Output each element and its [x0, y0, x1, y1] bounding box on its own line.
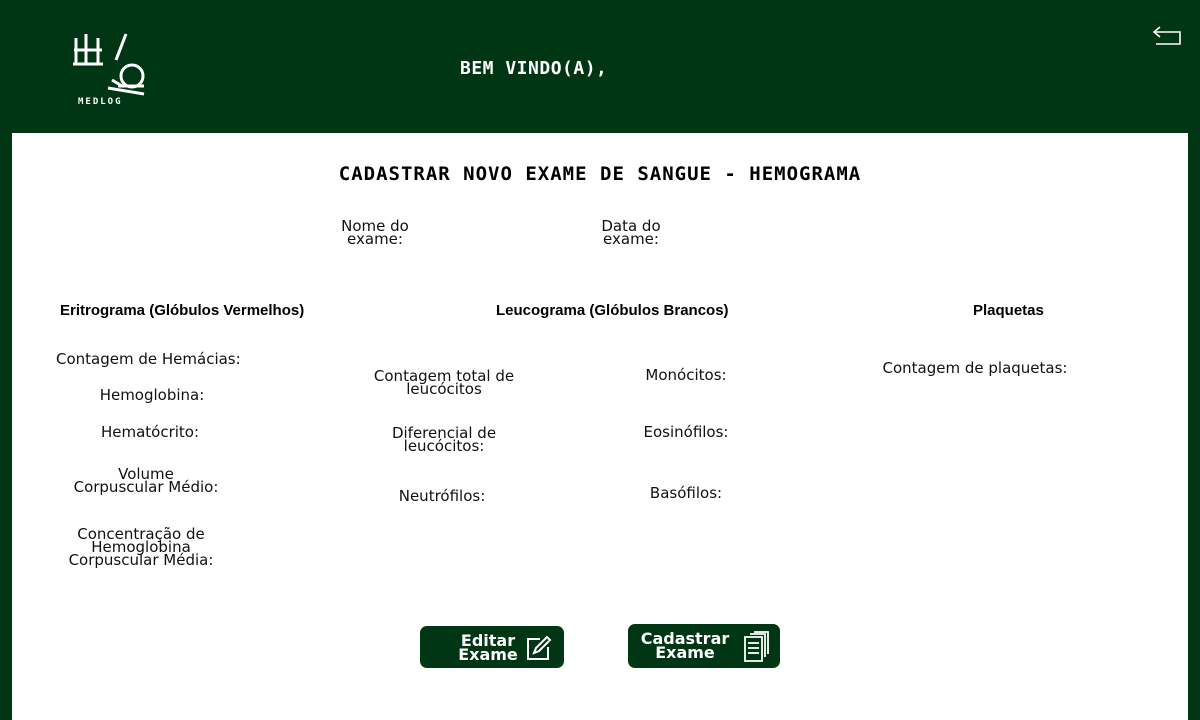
total-leukocyte-label: Contagem total de leucócitos: [373, 367, 515, 398]
exam-date-label: Data do exame:: [601, 217, 661, 248]
edit-icon: [527, 635, 552, 660]
platelet-count-label: Contagem de plaquetas:: [882, 359, 1068, 377]
top-header: MEDLOG BEM VINDO(A),: [0, 0, 1200, 133]
mchc-label: Concentração de Hemoglobina Corpuscular …: [68, 525, 214, 569]
differential-leukocyte-label: Diferencial de leucócitos:: [391, 424, 497, 455]
back-arrow-icon[interactable]: [1150, 22, 1186, 48]
platelets-title: Plaquetas: [973, 302, 1044, 319]
hematocrit-label: Hematócrito:: [100, 423, 200, 441]
erythrogram-title: Eritrograma (Glóbulos Vermelhos): [60, 302, 305, 319]
monocytes-label: Monócitos:: [645, 366, 727, 384]
register-exam-button-label: Cadastrar Exame: [640, 629, 730, 662]
neutrophils-label: Neutrófilos:: [398, 487, 486, 505]
edit-exam-button-label: Editar Exame: [458, 631, 518, 664]
mcv-label: Volume Corpuscular Médio:: [73, 465, 219, 496]
edit-exam-button[interactable]: Editar Exame: [420, 626, 564, 668]
exam-name-label: Nome do exame:: [341, 217, 409, 248]
leukogram-title: Leucograma (Glóbulos Brancos): [496, 302, 729, 319]
red-cell-count-label: Contagem de Hemácias:: [56, 350, 241, 368]
exam-form-panel: CADASTRAR NOVO EXAME DE SANGUE - HEMOGRA…: [12, 133, 1188, 720]
welcome-message: BEM VINDO(A),: [460, 58, 608, 79]
logo-text: MEDLOG: [78, 97, 123, 107]
eosinophils-label: Eosinófilos:: [643, 423, 729, 441]
register-exam-button[interactable]: Cadastrar Exame: [628, 624, 780, 668]
hemoglobin-label: Hemoglobina:: [99, 386, 205, 404]
clipboard-document-icon: [744, 631, 769, 662]
basophils-label: Basófilos:: [649, 484, 723, 502]
form-title: CADASTRAR NOVO EXAME DE SANGUE - HEMOGRA…: [338, 163, 862, 185]
